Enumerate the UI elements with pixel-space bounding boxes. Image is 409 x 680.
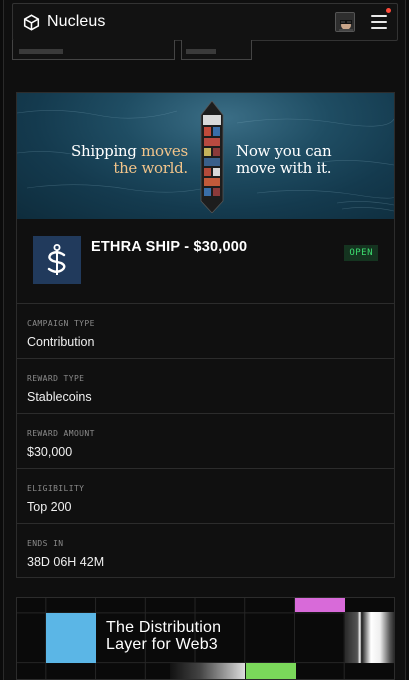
hero-right-line1: Now you can (236, 142, 332, 160)
filter-dropdown-1[interactable] (12, 40, 175, 60)
brand-name[interactable]: Nucleus (47, 13, 106, 31)
hero-left-line1-plain: Shipping (71, 142, 142, 160)
detail-value: Top 200 (27, 500, 72, 514)
pink-accent-block (295, 598, 345, 612)
notification-dot (386, 8, 391, 13)
status-badge: OPEN (344, 245, 378, 261)
top-navbar: Nucleus (12, 3, 398, 41)
detail-label: REWARD TYPE (27, 374, 85, 383)
detail-value: Contribution (27, 335, 95, 349)
detail-label: REWARD AMOUNT (27, 429, 95, 438)
hero-right-line2: move with it. (236, 159, 332, 177)
blue-accent-block (46, 613, 96, 663)
promo-line1: The Distribution (106, 619, 222, 636)
campaign-card[interactable]: Shipping moves the world. Now you can mo… (16, 92, 395, 578)
filter-row (12, 40, 398, 60)
detail-row-ends-in: ENDS IN 38D 06H 42M (17, 524, 394, 579)
gradient-graphic (170, 663, 245, 679)
promo-banner[interactable]: The Distribution Layer for Web3 (16, 597, 395, 680)
detail-label: CAMPAIGN TYPE (27, 319, 95, 328)
detail-value: 38D 06H 42M (27, 555, 105, 569)
user-avatar[interactable] (335, 12, 355, 32)
striped-graphic (345, 612, 394, 663)
hamburger-menu-icon[interactable] (371, 8, 391, 29)
detail-row-reward-amount: REWARD AMOUNT $30,000 (17, 414, 394, 469)
detail-label: ELIGIBILITY (27, 484, 85, 493)
token-logo (33, 236, 81, 284)
detail-row-campaign-type: CAMPAIGN TYPE Contribution (17, 304, 394, 359)
nucleus-cube-icon[interactable] (23, 13, 40, 31)
campaign-hero-image: Shipping moves the world. Now you can mo… (17, 93, 394, 219)
hero-tagline-right: Now you can move with it. (236, 142, 332, 177)
hero-left-line1-accent: moves (141, 142, 188, 160)
detail-value: $30,000 (27, 445, 73, 459)
filter-dropdown-2[interactable] (181, 40, 252, 60)
hero-tagline-left: Shipping moves the world. (71, 143, 188, 177)
promo-headline: The Distribution Layer for Web3 (106, 619, 221, 653)
promo-line2: Layer for Web3 (106, 636, 218, 653)
hero-left-line2: the world. (113, 159, 188, 177)
green-accent-block (246, 663, 296, 679)
detail-value: Stablecoins (27, 390, 92, 404)
detail-row-eligibility: ELIGIBILITY Top 200 (17, 469, 394, 524)
detail-label: ENDS IN (27, 539, 64, 548)
detail-row-reward-type: REWARD TYPE Stablecoins (17, 359, 394, 414)
campaign-title[interactable]: ETHRA SHIP - $30,000 (91, 239, 247, 255)
cargo-ship-image (200, 101, 224, 213)
dollar-anchor-icon (47, 244, 66, 275)
avatar-image (336, 13, 354, 31)
campaign-header: ETHRA SHIP - $30,000 OPEN (17, 219, 394, 304)
